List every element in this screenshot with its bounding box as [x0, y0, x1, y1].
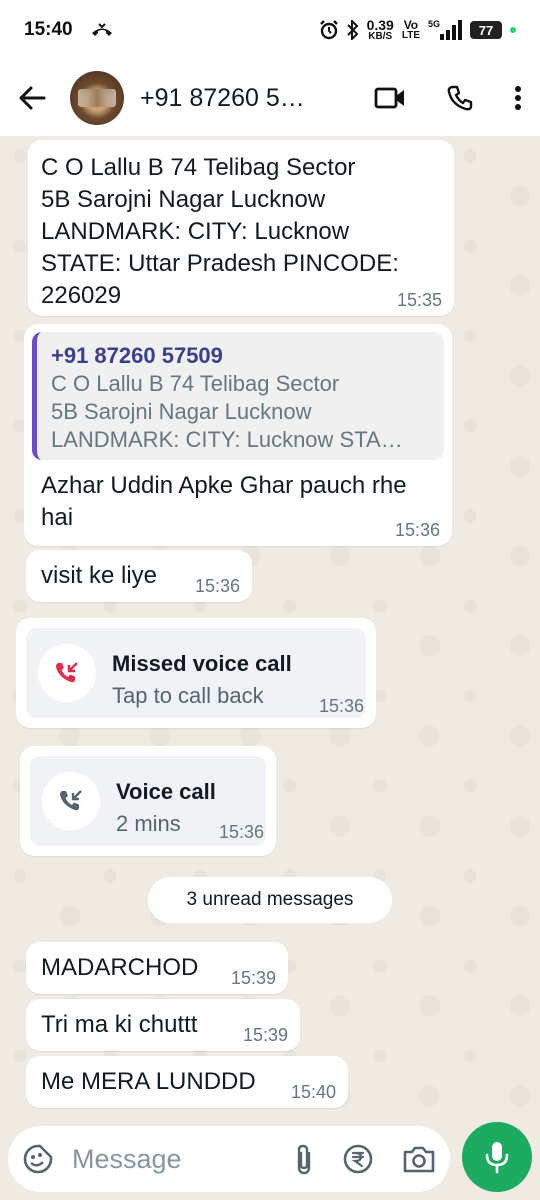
mic-icon	[485, 1142, 509, 1174]
message-time: 15:36	[218, 822, 264, 842]
network-speed: 0.39 KB/S	[366, 17, 394, 42]
message-text: Me MERA LUNDDD	[41, 1068, 256, 1095]
status-bar: 15:40 0.39 KB/S Vo LTE 5G 77	[0, 0, 540, 60]
rupee-payment-icon[interactable]	[342, 1143, 374, 1175]
voice-call-bubble[interactable]: Voice call 2 mins 15:36	[20, 746, 276, 856]
message-composer[interactable]: Message	[8, 1126, 450, 1192]
call-title: Voice call	[116, 779, 216, 804]
message-input[interactable]: Message	[72, 1144, 182, 1175]
status-icons: 0.39 KB/S Vo LTE 5G 77	[319, 18, 516, 42]
privacy-dot	[510, 27, 516, 33]
incoming-call-icon	[42, 772, 100, 830]
camera-icon[interactable]	[402, 1144, 436, 1174]
message-bubble[interactable]: visit ke liye 15:36	[26, 550, 252, 602]
message-text: visit ke liye	[41, 562, 158, 589]
quoted-message[interactable]: +91 87260 57509 C O Lallu B 74 Telibag S…	[32, 332, 444, 460]
message-text: Tri ma ki chuttt	[41, 1011, 198, 1038]
message-text: MADARCHOD	[41, 954, 199, 981]
missed-call-bubble[interactable]: Missed voice call Tap to call back 15:36	[16, 618, 376, 728]
call-subtitle: Tap to call back	[112, 683, 264, 708]
message-bubble[interactable]: Tri ma ki chuttt 15:39	[26, 999, 300, 1051]
avatar[interactable]	[70, 71, 124, 125]
more-vert-icon[interactable]	[514, 85, 522, 111]
chat-header: +91 87260 5…	[0, 60, 540, 136]
back-arrow-icon[interactable]	[18, 84, 46, 112]
reply-message-bubble[interactable]: +91 87260 57509 C O Lallu B 74 Telibag S…	[24, 324, 452, 546]
message-bubble[interactable]: Me MERA LUNDDD 15:40	[26, 1056, 348, 1108]
phone-icon[interactable]	[446, 84, 474, 112]
message-time: 15:36	[318, 696, 364, 716]
message-time: 15:36	[394, 520, 440, 540]
message-time: 15:39	[230, 968, 276, 988]
call-subtitle: 2 mins	[116, 811, 181, 836]
message-time: 15:39	[242, 1025, 288, 1045]
missed-call-icon	[38, 644, 96, 702]
video-call-icon[interactable]	[374, 86, 406, 110]
message-bubble[interactable]: MADARCHOD 15:39	[26, 942, 288, 994]
missed-call-status-icon	[91, 23, 112, 36]
chat-area[interactable]: C O Lallu B 74 Telibag Sector 5B Sarojni…	[0, 136, 540, 1121]
message-bubble[interactable]: C O Lallu B 74 Telibag Sector 5B Sarojni…	[28, 140, 454, 316]
bluetooth-icon	[346, 20, 359, 40]
quoted-sender: +91 87260 57509	[51, 343, 223, 368]
message-text: Azhar Uddin Apke Ghar pauch rhe hai	[41, 472, 407, 531]
attach-icon[interactable]	[294, 1143, 314, 1175]
message-time: 15:36	[194, 576, 240, 596]
battery-indicator: 77	[470, 21, 502, 39]
missed-call-card[interactable]: Missed voice call Tap to call back	[26, 628, 366, 718]
contact-name[interactable]: +91 87260 5…	[140, 84, 305, 113]
emoji-icon[interactable]	[22, 1143, 54, 1175]
volte-indicator: Vo LTE	[401, 18, 420, 41]
signal-icon: 5G	[428, 19, 462, 41]
alarm-icon	[319, 20, 338, 40]
mic-button[interactable]	[462, 1122, 532, 1192]
message-text: C O Lallu B 74 Telibag Sector 5B Sarojni…	[41, 154, 399, 309]
call-title: Missed voice call	[112, 651, 292, 676]
unread-divider: 3 unread messages	[148, 877, 392, 923]
quoted-text: C O Lallu B 74 Telibag Sector 5B Sarojni…	[51, 371, 403, 452]
message-time: 15:35	[396, 290, 442, 310]
status-time: 15:40	[24, 19, 73, 40]
message-time: 15:40	[290, 1082, 336, 1102]
